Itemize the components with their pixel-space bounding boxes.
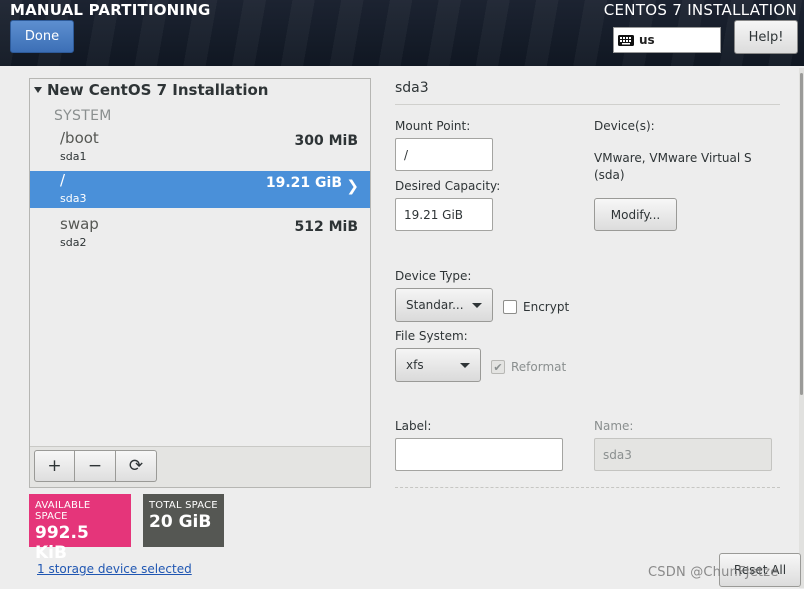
refresh-icon: ⟳ [128,456,144,476]
dropdown-arrow-icon [472,303,482,308]
help-button[interactable]: Help! [734,20,798,54]
total-space-value: 20 GiB [149,512,212,532]
label-field-label: Label: [395,419,432,433]
chevron-right-icon: ❯ [346,177,359,195]
screen-title: MANUAL PARTITIONING [10,1,211,19]
mount-point-size: 300 MiB [294,133,359,149]
available-space-label: AVAILABLE SPACE [35,500,91,522]
mount-point-input[interactable]: / [395,138,493,171]
plus-icon: + [47,456,62,476]
label-input[interactable] [395,438,563,471]
file-system-combo[interactable]: xfs [395,348,481,382]
encrypt-checkbox[interactable]: Encrypt [503,300,569,314]
keyboard-icon [618,34,634,46]
installation-title: New CentOS 7 Installation [47,81,269,99]
remove-mount-point-button[interactable]: − [75,450,116,482]
mount-point-name: swap [60,215,99,233]
name-input[interactable]: sda3 [594,438,772,471]
mount-point-device: sda2 [60,236,87,249]
header-bar: MANUAL PARTITIONING CENTOS 7 INSTALLATIO… [0,0,804,66]
add-mount-point-button[interactable]: + [34,450,75,482]
checkbox-box [503,300,517,314]
mount-point-row-root[interactable]: / sda3 19.21 GiB ❯ [30,171,370,208]
mount-point-row-swap[interactable]: swap sda2 512 MiB [30,215,370,252]
scrollbar-thumb[interactable] [800,73,803,395]
refresh-button[interactable]: ⟳ [116,450,157,482]
reformat-label: Reformat [511,360,567,374]
desired-capacity-label: Desired Capacity: [395,179,501,193]
keyboard-layout-indicator[interactable]: us [613,27,721,53]
details-separator [395,104,780,105]
available-space-badge: AVAILABLE SPACE 992.5 KiB [29,494,131,563]
partition-details-title: sda3 [395,80,429,96]
toolbar-button-group: + − ⟳ [34,450,157,482]
file-system-label: File System: [395,329,468,343]
mount-point-name: / [60,171,66,189]
mount-point-name: /boot [60,129,99,147]
watermark: CSDN @ChunFJetze [648,565,779,580]
details-bottom-separator [395,487,780,488]
modify-button[interactable]: Modify... [594,198,677,231]
system-group-label: SYSTEM [54,108,112,124]
total-space-label: TOTAL SPACE [149,500,218,511]
storage-devices-link[interactable]: 1 storage device selected [37,562,192,576]
expand-triangle-icon [34,87,42,93]
device-type-combo[interactable]: Standar... [395,288,493,322]
device-type-label: Device Type: [395,269,472,283]
mount-point-size: 512 MiB [294,219,359,235]
minus-icon: − [87,456,103,476]
keyboard-layout-label: us [639,33,655,47]
installation-expander[interactable]: New CentOS 7 Installation [34,81,268,99]
reformat-checkbox[interactable]: ✔ Reformat [491,360,566,374]
mount-point-device: sda3 [60,192,87,205]
dropdown-arrow-icon [460,363,470,368]
checkmark-icon: ✔ [491,360,505,374]
desired-capacity-input[interactable]: 19.21 GiB [395,198,493,231]
mount-point-label: Mount Point: [395,119,471,133]
devices-label: Device(s): [594,119,655,133]
available-space-value: 992.5 KiB [35,523,89,563]
done-button[interactable]: Done [10,20,74,53]
device-type-value: Standar... [406,298,464,312]
mount-point-device: sda1 [60,150,87,163]
name-field-label: Name: [594,419,634,433]
product-title: CENTOS 7 INSTALLATION [603,1,797,19]
mount-point-tree: New CentOS 7 Installation SYSTEM /boot s… [29,78,371,488]
devices-value: VMware, VMware Virtual S (sda) [594,151,752,182]
mount-point-row-boot[interactable]: /boot sda1 300 MiB [30,129,370,166]
encrypt-label: Encrypt [523,300,570,314]
total-space-badge: TOTAL SPACE 20 GiB [143,494,224,547]
tree-toolbar: + − ⟳ [30,446,370,487]
mount-point-size: 19.21 GiB [265,175,342,191]
file-system-value: xfs [406,358,424,372]
